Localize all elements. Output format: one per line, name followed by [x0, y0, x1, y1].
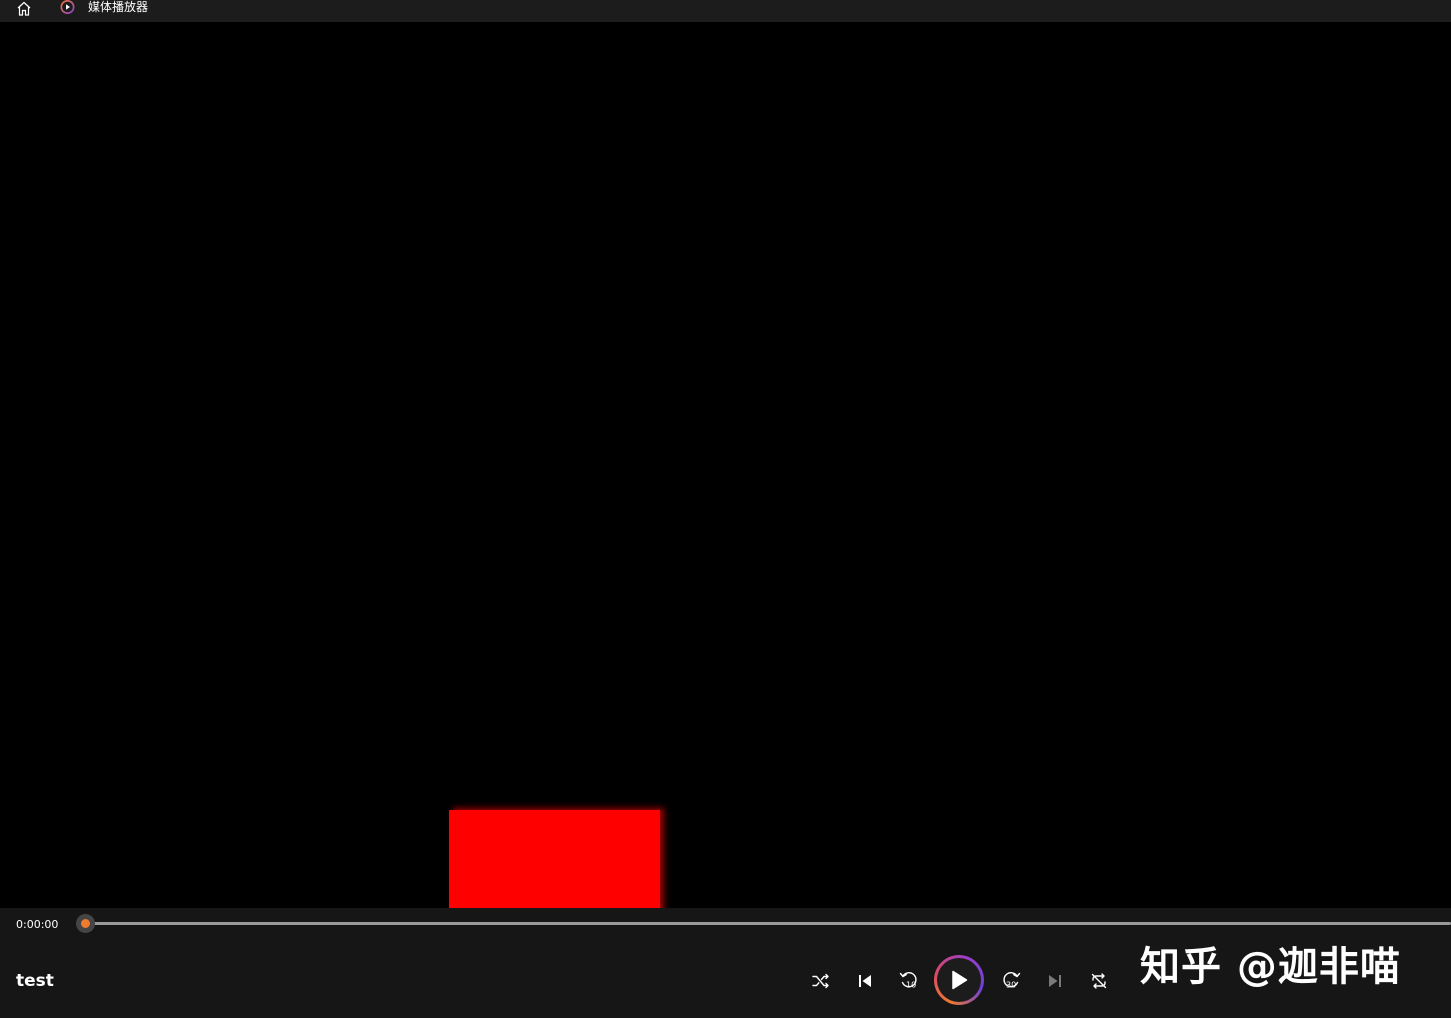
seek-thumb[interactable] [76, 914, 95, 933]
forward-button[interactable]: 30 [998, 968, 1024, 994]
skip-previous-icon [859, 975, 871, 987]
rewind-button[interactable]: 10 [896, 968, 922, 994]
play-button-inner [937, 958, 981, 1002]
home-button[interactable] [14, 0, 34, 16]
video-frame[interactable] [0, 22, 1451, 908]
skip-next-icon [1049, 975, 1061, 987]
forward-seconds-label: 30 [1006, 981, 1016, 990]
forward-30-icon: 30 [1003, 972, 1021, 990]
rewind-seconds-label: 10 [906, 981, 916, 990]
app-title: 媒体播放器 [88, 0, 149, 14]
rewind-10-icon: 10 [899, 972, 917, 990]
shuffle-button[interactable] [808, 968, 834, 994]
repeat-button[interactable] [1086, 968, 1112, 994]
title-bar: 媒体播放器 [0, 0, 1451, 22]
shuffle-icon [812, 973, 829, 989]
current-time: 0:00:00 [16, 918, 59, 931]
control-bar: 0:00:00 test 10 30 知乎 @迦非喵 [0, 908, 1451, 1018]
play-icon [952, 970, 968, 990]
play-button[interactable] [934, 955, 984, 1005]
previous-button[interactable] [852, 968, 878, 994]
media-player-icon [58, 0, 77, 16]
video-content-red-shape [449, 810, 660, 908]
seek-thumb-dot [81, 919, 90, 928]
next-button[interactable] [1042, 968, 1068, 994]
home-icon [17, 1, 31, 16]
seek-bar[interactable] [86, 922, 1451, 925]
watermark: 知乎 @迦非喵 [1140, 944, 1401, 990]
repeat-off-icon [1091, 973, 1107, 989]
media-title: test [16, 971, 54, 991]
